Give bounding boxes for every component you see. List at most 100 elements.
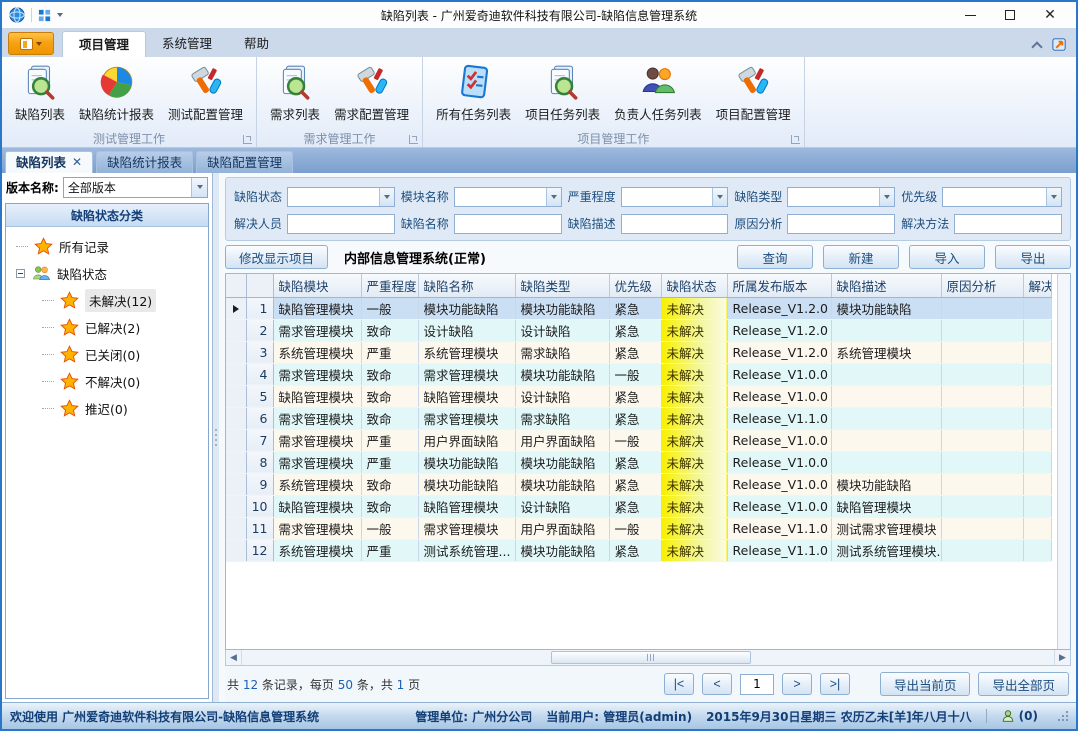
grid-cell[interactable]: 致命	[361, 495, 418, 517]
filter-input[interactable]	[621, 214, 729, 234]
app-globe-icon[interactable]	[8, 6, 26, 24]
dialog-launcher-icon[interactable]	[409, 135, 418, 144]
pager-prev-button[interactable]: <	[702, 673, 732, 695]
grid-cell[interactable]: Release_V1.2.0	[727, 319, 831, 341]
ribbon-tab-2[interactable]: 帮助	[228, 31, 285, 57]
grid-cell[interactable]: 未解决	[661, 539, 727, 561]
tree-item-1[interactable]: 缺陷状态	[16, 260, 208, 287]
grid-cell[interactable]: 系统管理模块	[831, 341, 941, 363]
import-button[interactable]: 导入	[909, 245, 985, 269]
grid-cell[interactable]	[1023, 517, 1051, 539]
grid-cell[interactable]: Release_V1.0.0	[727, 385, 831, 407]
grid-cell[interactable]: 需求管理模块	[273, 517, 361, 539]
column-header-8[interactable]: 原因分析	[941, 274, 1023, 297]
pager-page-input[interactable]	[740, 674, 774, 695]
maximize-button[interactable]	[990, 4, 1030, 26]
grid-cell[interactable]: 需求管理模块	[273, 451, 361, 473]
ribbon-button-2-3[interactable]: 项目配置管理	[709, 60, 798, 123]
filter-text-field[interactable]	[288, 215, 394, 233]
grid-cell[interactable]: Release_V1.1.0	[727, 517, 831, 539]
filter-dropdown[interactable]	[454, 187, 562, 207]
ribbon-button-0-2[interactable]: 测试配置管理	[161, 60, 250, 123]
ribbon-button-2-1[interactable]: 项目任务列表	[518, 60, 607, 123]
ribbon-button-2-0[interactable]: 所有任务列表	[429, 60, 518, 123]
help-icon[interactable]	[1051, 36, 1068, 53]
grid-cell[interactable]: 紧急	[609, 297, 661, 319]
vertical-scrollbar[interactable]	[1057, 274, 1070, 649]
ribbon-button-1-1[interactable]: 需求配置管理	[327, 60, 416, 123]
grid-cell[interactable]: 致命	[361, 473, 418, 495]
filter-input[interactable]	[287, 214, 395, 234]
grid-cell[interactable]: 致命	[361, 319, 418, 341]
export-current-page-button[interactable]: 导出当前页	[880, 672, 971, 696]
table-row-5[interactable]: 5缺陷管理模块致命缺陷管理模块设计缺陷紧急未解决Release_V1.0.0	[226, 385, 1051, 407]
grid-cell[interactable]: 模块功能缺陷	[418, 297, 515, 319]
grid-cell[interactable]: 未解决	[661, 451, 727, 473]
grid-cell[interactable]	[1023, 341, 1051, 363]
grid-cell[interactable]: 严重	[361, 539, 418, 561]
filter-text-field[interactable]	[455, 188, 546, 206]
grid-cell[interactable]: 需求缺陷	[515, 341, 609, 363]
scroll-right-icon[interactable]: ▶	[1054, 650, 1070, 665]
export-all-pages-button[interactable]: 导出全部页	[978, 672, 1069, 696]
customize-toolbar-icon[interactable]	[37, 8, 52, 23]
close-tab-icon[interactable]: ✕	[72, 152, 82, 173]
grid-cell[interactable]	[831, 451, 941, 473]
grid-cell[interactable]: 未解决	[661, 473, 727, 495]
grid-cell[interactable]: 紧急	[609, 407, 661, 429]
grid-cell[interactable]: 模块功能缺陷	[831, 473, 941, 495]
dialog-launcher-icon[interactable]	[243, 135, 252, 144]
table-row-12[interactable]: 12系统管理模块严重测试系统管理...模块功能缺陷紧急未解决Release_V1…	[226, 539, 1051, 561]
tree-item-2[interactable]: 未解决(12)	[16, 287, 208, 314]
grid-cell[interactable]: 模块功能缺陷	[515, 297, 609, 319]
grid-cell[interactable]: 缺陷管理模块	[273, 385, 361, 407]
table-row-9[interactable]: 9系统管理模块致命模块功能缺陷模块功能缺陷紧急未解决Release_V1.0.0…	[226, 473, 1051, 495]
grid-cell[interactable]: 未解决	[661, 429, 727, 451]
grid-cell[interactable]: 系统管理模块	[273, 539, 361, 561]
grid-cell[interactable]	[831, 429, 941, 451]
grid-cell[interactable]	[941, 297, 1023, 319]
grid-cell[interactable]: Release_V1.2.0	[727, 297, 831, 319]
table-row-11[interactable]: 11需求管理模块一般需求管理模块用户界面缺陷一般未解决Release_V1.1.…	[226, 517, 1051, 539]
grid-cell[interactable]: Release_V1.0.0	[727, 363, 831, 385]
combo-dropdown-button[interactable]	[191, 178, 207, 197]
column-header-0[interactable]: 缺陷模块	[273, 274, 361, 297]
grid-cell[interactable]	[941, 429, 1023, 451]
grid-cell[interactable]	[1023, 297, 1051, 319]
filter-text-field[interactable]	[943, 188, 1046, 206]
document-tab-2[interactable]: 缺陷配置管理	[196, 151, 293, 173]
grid-cell[interactable]	[941, 363, 1023, 385]
grid-cell[interactable]: 缺陷管理模块	[418, 495, 515, 517]
table-row-10[interactable]: 10缺陷管理模块致命缺陷管理模块设计缺陷紧急未解决Release_V1.0.0缺…	[226, 495, 1051, 517]
tree-expander-icon[interactable]	[16, 269, 25, 278]
grid-cell[interactable]: 未解决	[661, 407, 727, 429]
grid-cell[interactable]: Release_V1.1.0	[727, 407, 831, 429]
table-row-8[interactable]: 8需求管理模块严重模块功能缺陷模块功能缺陷紧急未解决Release_V1.0.0	[226, 451, 1051, 473]
grid-cell[interactable]: Release_V1.2.0	[727, 341, 831, 363]
application-menu-button[interactable]	[8, 32, 54, 55]
filter-text-field[interactable]	[622, 188, 713, 206]
grid-cell[interactable]: 需求管理模块	[273, 429, 361, 451]
combo-dropdown-button[interactable]	[546, 188, 561, 206]
grid-cell[interactable]: 未解决	[661, 385, 727, 407]
filter-input[interactable]	[787, 214, 895, 234]
grid-cell[interactable]	[1023, 385, 1051, 407]
filter-input[interactable]	[454, 214, 562, 234]
ribbon-tab-0[interactable]: 项目管理	[62, 31, 146, 57]
table-row-2[interactable]: 2需求管理模块致命设计缺陷设计缺陷紧急未解决Release_V1.2.0	[226, 319, 1051, 341]
grid-cell[interactable]	[831, 363, 941, 385]
grid-cell[interactable]: 缺陷管理模块	[831, 495, 941, 517]
combo-dropdown-button[interactable]	[712, 188, 727, 206]
grid-cell[interactable]: 测试需求管理模块	[831, 517, 941, 539]
table-row-4[interactable]: 4需求管理模块致命需求管理模块模块功能缺陷一般未解决Release_V1.0.0	[226, 363, 1051, 385]
column-header-1[interactable]: 严重程度	[361, 274, 418, 297]
grid-cell[interactable]	[941, 341, 1023, 363]
pager-last-button[interactable]: >|	[820, 673, 850, 695]
grid-cell[interactable]: 模块功能缺陷	[418, 473, 515, 495]
grid-cell[interactable]: 系统管理模块	[418, 341, 515, 363]
grid-cell[interactable]	[941, 495, 1023, 517]
grid-cell[interactable]	[941, 319, 1023, 341]
version-combobox[interactable]: 全部版本	[63, 177, 208, 198]
grid-cell[interactable]: 严重	[361, 451, 418, 473]
grid-cell[interactable]	[831, 319, 941, 341]
